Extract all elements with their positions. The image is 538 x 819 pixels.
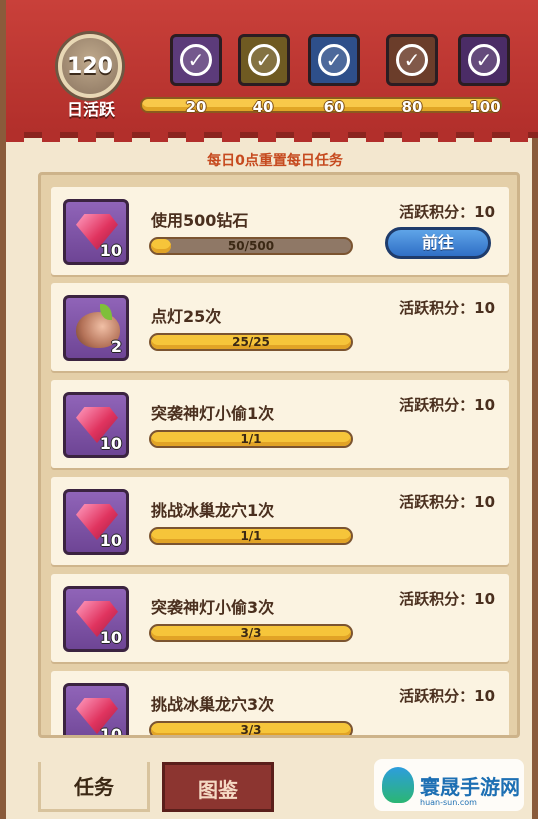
check-icon: ✓ xyxy=(180,44,212,76)
task-card: 2 点灯25次 活跃积分：10 25/25 xyxy=(51,283,509,371)
milestone-chest-100[interactable]: ✓ xyxy=(458,34,510,86)
reward-count: 10 xyxy=(99,628,122,647)
task-progress-text: 25/25 xyxy=(232,335,270,349)
activity-header: 120 日活跃 ✓ ✓ ✓ ✓ ✓ 20 40 60 80 100 xyxy=(6,0,538,142)
reset-note: 每日0点重置每日任务 xyxy=(207,153,343,169)
task-card: 10 突袭神灯小偷3次 活跃积分：10 3/3 xyxy=(51,574,509,662)
watermark-name: 寰晟手游网 xyxy=(420,774,520,799)
task-list[interactable]: 10 使用500钻石 活跃积分：10 50/500 前往 2 点灯25次 活跃积… xyxy=(38,172,520,738)
task-title: 点灯25次 xyxy=(151,307,222,326)
watermark-domain: huan-sun.com xyxy=(420,798,477,807)
task-progress-text: 3/3 xyxy=(240,723,262,737)
reward-count: 10 xyxy=(99,531,122,550)
task-progress-bar: 1/1 xyxy=(149,527,353,545)
milestone-chest-20[interactable]: ✓ xyxy=(170,34,222,86)
book-panel: 120 日活跃 ✓ ✓ ✓ ✓ ✓ 20 40 60 80 100 每日0点重置… xyxy=(0,0,538,819)
task-progress-bar: 3/3 xyxy=(149,721,353,737)
task-progress-text: 1/1 xyxy=(240,529,262,543)
reward-count: 2 xyxy=(110,337,122,356)
go-button[interactable]: 前往 xyxy=(385,227,491,259)
milestone-value: 40 xyxy=(252,98,274,116)
task-progress-text: 50/500 xyxy=(227,239,275,253)
task-points: 活跃积分：10 xyxy=(399,493,495,511)
task-title: 突袭神灯小偷3次 xyxy=(151,598,275,617)
task-progress-bar: 3/3 xyxy=(149,624,353,642)
reward-count: 10 xyxy=(99,241,122,260)
task-title: 挑战冰巢龙穴1次 xyxy=(151,501,275,520)
site-logo-icon xyxy=(382,767,414,803)
task-title: 挑战冰巢龙穴3次 xyxy=(151,695,275,714)
task-title: 突袭神灯小偷1次 xyxy=(151,404,275,423)
task-reward-icon: 2 xyxy=(63,295,129,361)
milestone-value: 80 xyxy=(401,98,423,116)
check-icon: ✓ xyxy=(248,44,280,76)
task-points: 活跃积分：10 xyxy=(399,299,495,317)
task-points: 活跃积分：10 xyxy=(399,687,495,705)
task-reward-icon: 10 xyxy=(63,199,129,265)
task-points: 活跃积分：10 xyxy=(399,396,495,414)
task-card: 10 突袭神灯小偷1次 活跃积分：10 1/1 xyxy=(51,380,509,468)
milestone-value: 100 xyxy=(469,98,501,116)
task-progress-bar: 1/1 xyxy=(149,430,353,448)
task-progress-text: 1/1 xyxy=(240,432,262,446)
site-watermark: 寰晟手游网 huan-sun.com xyxy=(374,759,524,811)
milestone-chest-80[interactable]: ✓ xyxy=(386,34,438,86)
task-points: 活跃积分：10 xyxy=(399,203,495,221)
task-progress-bar: 50/500 xyxy=(149,237,353,255)
task-reward-icon: 10 xyxy=(63,683,129,738)
tab-tasks[interactable]: 任务 xyxy=(38,762,150,812)
tab-codex[interactable]: 图鉴 xyxy=(162,762,274,812)
milestone-chest-60[interactable]: ✓ xyxy=(308,34,360,86)
task-card: 10 使用500钻石 活跃积分：10 50/500 前往 xyxy=(51,187,509,275)
task-reward-icon: 10 xyxy=(63,392,129,458)
reward-count: 10 xyxy=(99,725,122,738)
task-title: 使用500钻石 xyxy=(151,211,249,230)
check-icon: ✓ xyxy=(318,44,350,76)
milestone-value: 20 xyxy=(185,98,207,116)
task-points: 活跃积分：10 xyxy=(399,590,495,608)
milestone-chest-40[interactable]: ✓ xyxy=(238,34,290,86)
reward-count: 10 xyxy=(99,434,122,453)
activity-level-badge: 120 xyxy=(58,34,122,98)
task-reward-icon: 10 xyxy=(63,489,129,555)
milestone-value: 60 xyxy=(323,98,345,116)
activity-level-label: 日活跃 xyxy=(66,100,115,119)
task-card: 10 挑战冰巢龙穴3次 活跃积分：10 3/3 xyxy=(51,671,509,738)
task-progress-bar: 25/25 xyxy=(149,333,353,351)
check-icon: ✓ xyxy=(468,44,500,76)
task-card: 10 挑战冰巢龙穴1次 活跃积分：10 1/1 xyxy=(51,477,509,565)
task-reward-icon: 10 xyxy=(63,586,129,652)
task-progress-text: 3/3 xyxy=(240,626,262,640)
check-icon: ✓ xyxy=(396,44,428,76)
